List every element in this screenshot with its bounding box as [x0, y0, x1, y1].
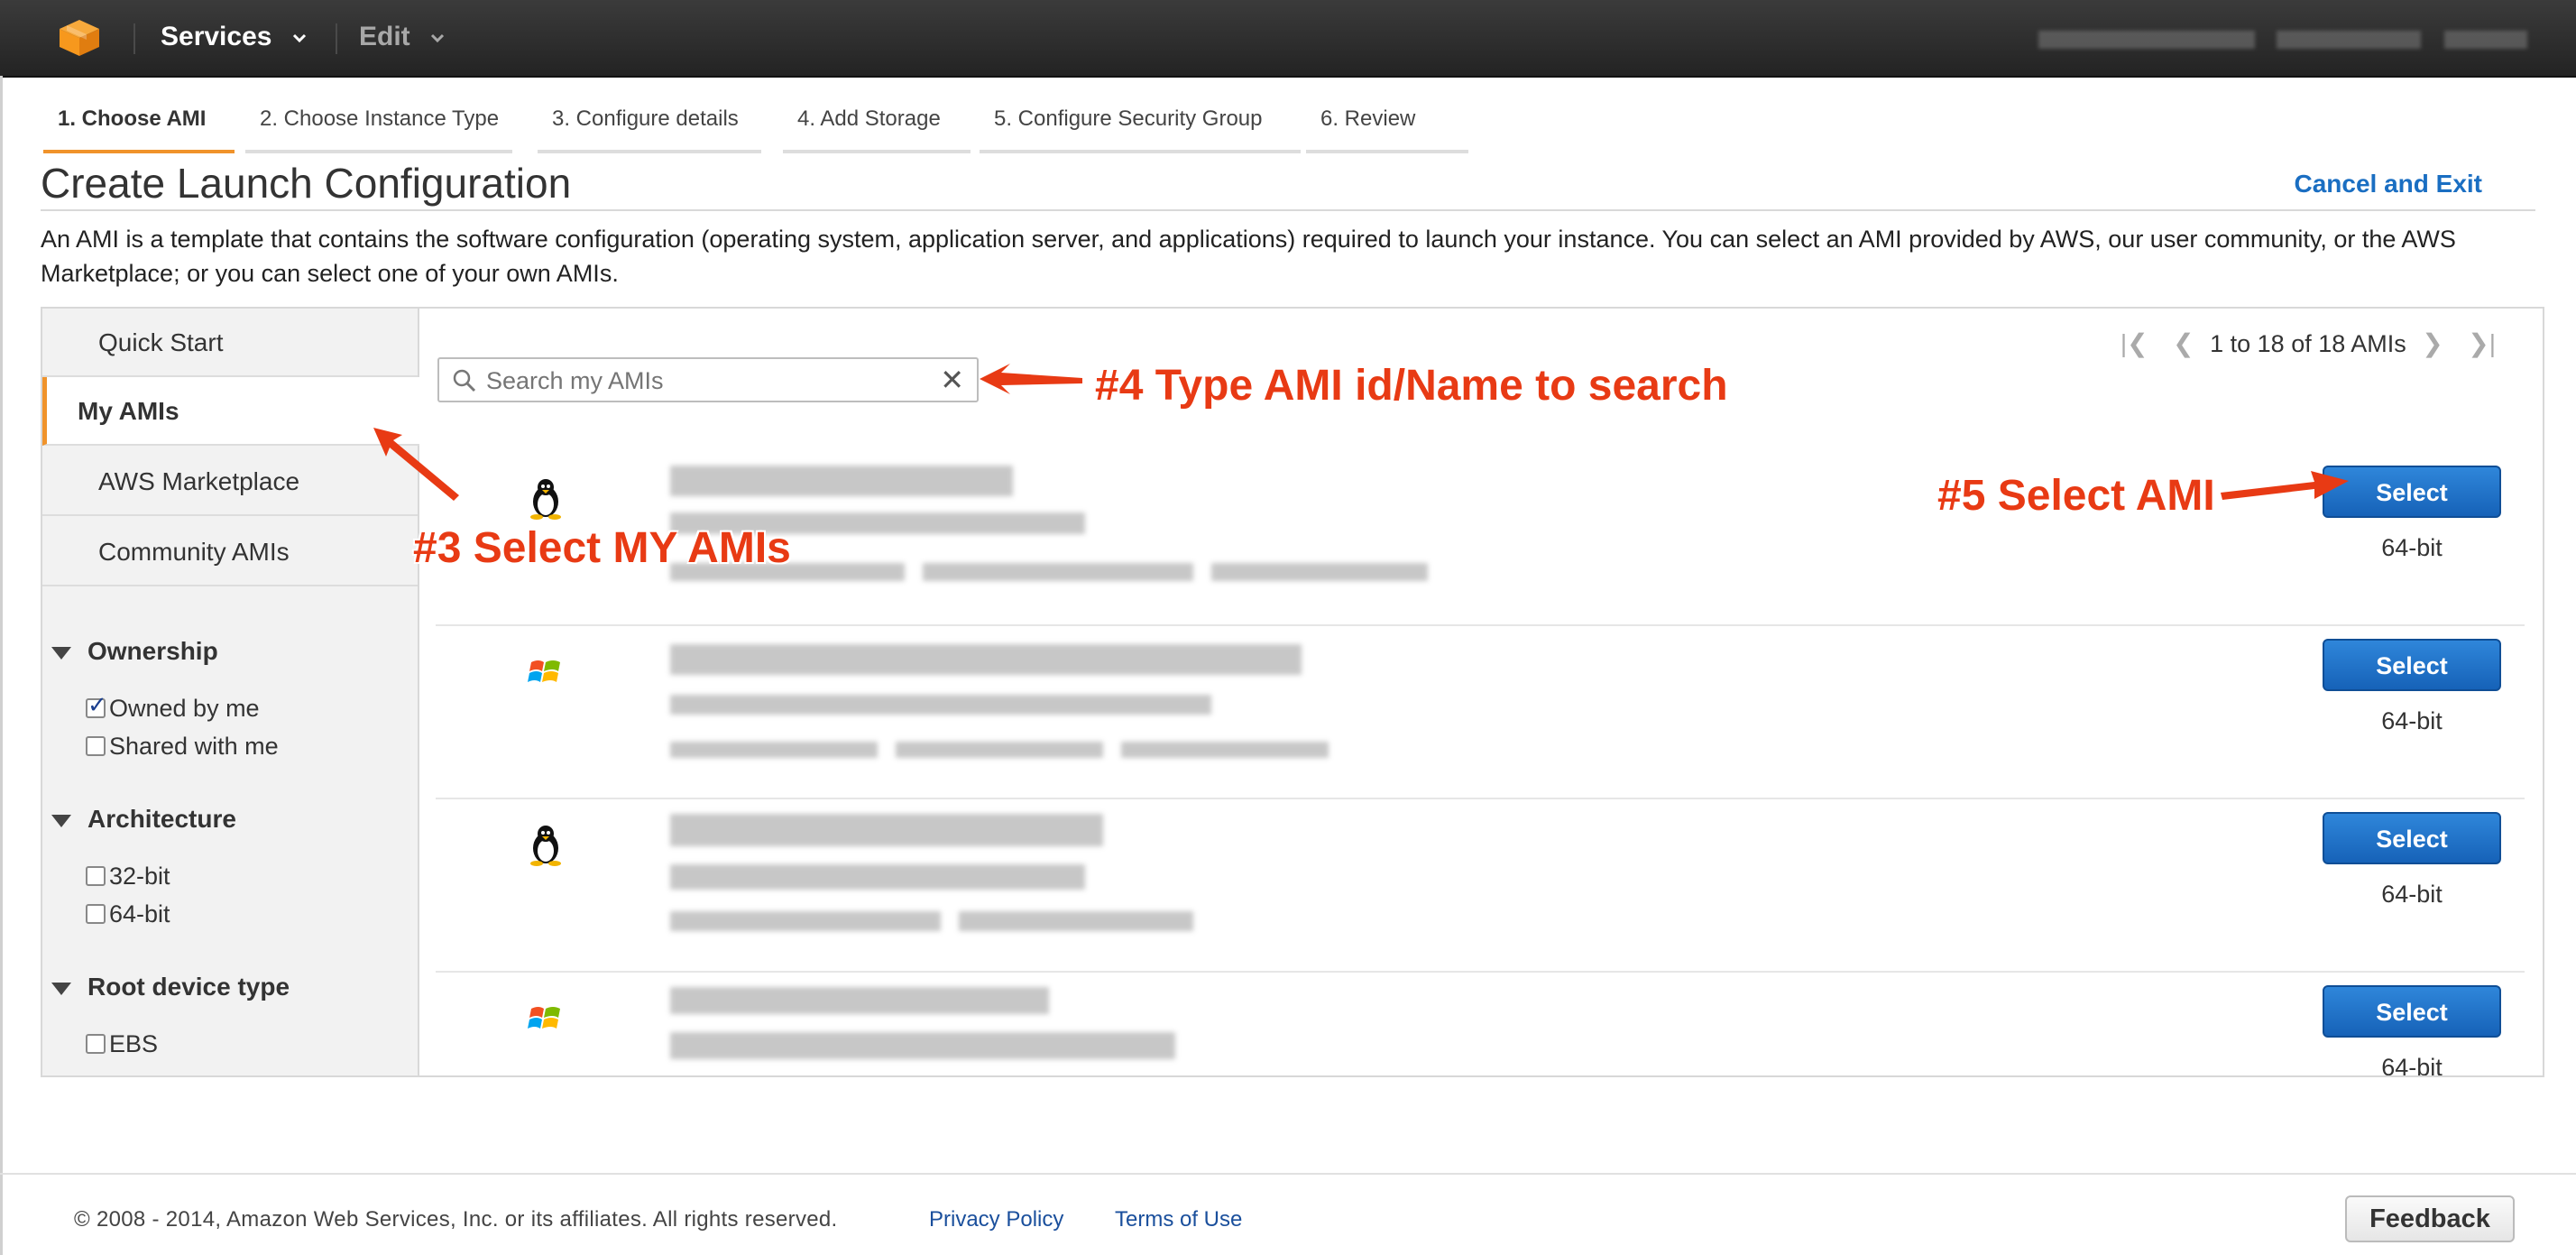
arrow-to-search-icon	[980, 364, 1082, 394]
annotation-arrows	[373, 364, 2349, 501]
terms-of-use-link[interactable]: Terms of Use	[1115, 1207, 1242, 1232]
footer-divider	[0, 1173, 2576, 1175]
annotation-step4: #4 Type AMI id/Name to search	[1095, 362, 1728, 410]
annotation-step5: #5 Select AMI	[1937, 472, 2215, 520]
annotation-step3: #3 Select MY AMIs	[413, 524, 791, 572]
copyright-text: © 2008 - 2014, Amazon Web Services, Inc.…	[74, 1207, 838, 1232]
arrow-to-select-icon	[2221, 471, 2349, 500]
arrow-to-my-amis-icon	[373, 428, 459, 501]
feedback-button[interactable]: Feedback	[2345, 1195, 2515, 1242]
privacy-policy-link[interactable]: Privacy Policy	[929, 1207, 1063, 1232]
